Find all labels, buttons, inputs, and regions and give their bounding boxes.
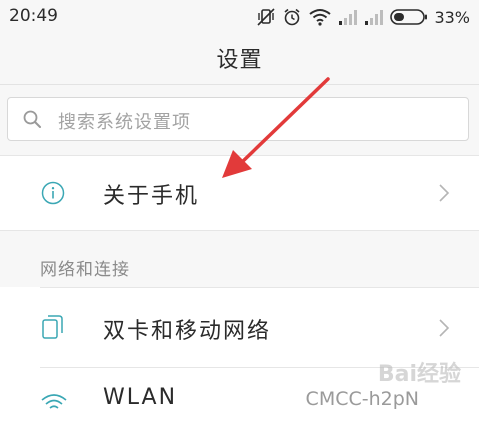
status-bar: 20:49 33% <box>0 0 479 34</box>
signal-icon <box>364 8 384 26</box>
settings-item-wlan[interactable]: WLAN CMCC-h2pN <box>0 367 479 427</box>
vibrate-off-icon <box>256 7 276 27</box>
status-icons: 33% <box>256 4 470 30</box>
battery-icon <box>390 8 428 26</box>
wifi-icon <box>40 391 68 419</box>
wifi-icon <box>308 7 332 27</box>
signal-icon <box>338 8 358 26</box>
header-divider <box>0 84 479 85</box>
sim-card-icon <box>40 313 66 345</box>
status-time: 20:49 <box>9 6 58 26</box>
search-input[interactable]: 搜索系统设置项 <box>7 97 469 141</box>
search-placeholder: 搜索系统设置项 <box>58 112 191 133</box>
battery-percent: 33% <box>434 7 470 27</box>
section-header-network: 网络和连接 <box>40 260 130 280</box>
chevron-right-icon <box>438 183 450 207</box>
settings-item-label: 关于手机 <box>103 184 200 209</box>
info-icon <box>40 180 66 210</box>
settings-item-label: 双卡和移动网络 <box>103 319 272 344</box>
page-title: 设置 <box>216 48 263 73</box>
row-divider <box>40 367 479 368</box>
settings-item-about-phone[interactable]: 关于手机 <box>0 155 479 231</box>
row-divider <box>40 287 479 288</box>
alarm-icon <box>282 7 302 27</box>
chevron-right-icon <box>438 318 450 342</box>
settings-item-label: WLAN <box>103 385 178 410</box>
settings-item-dual-sim[interactable]: 双卡和移动网络 <box>0 287 479 367</box>
search-icon <box>22 109 42 133</box>
